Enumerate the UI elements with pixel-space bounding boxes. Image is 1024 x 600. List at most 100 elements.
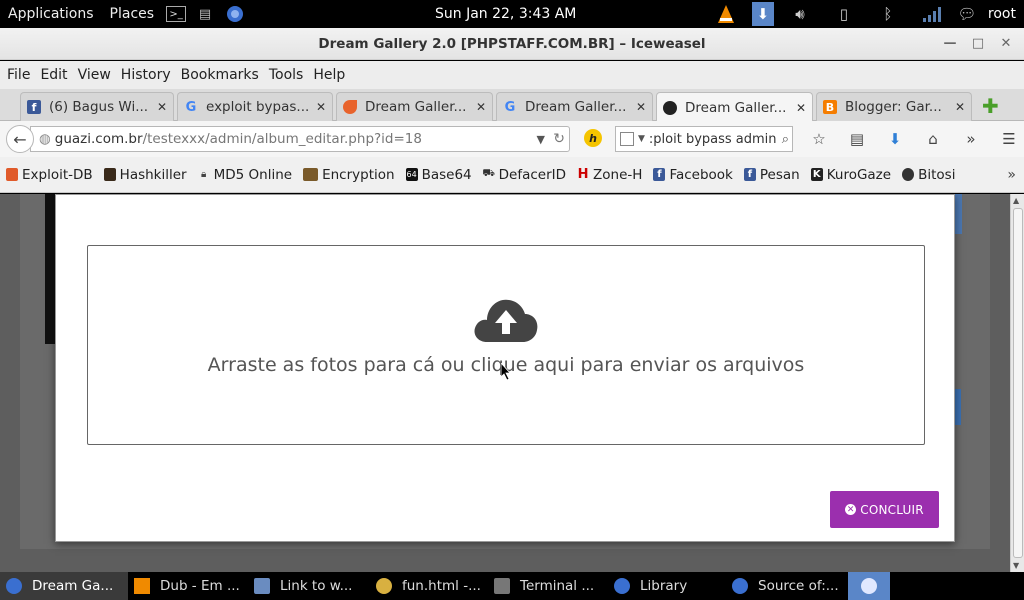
scroll-down-arrow-icon[interactable]: ▼ bbox=[1013, 561, 1019, 570]
reading-list-icon[interactable]: ▤ bbox=[838, 127, 876, 151]
url-history-dropdown-icon[interactable]: ▼ bbox=[537, 133, 545, 146]
bookmark-kurogaze[interactable]: K KuroGaze bbox=[810, 166, 892, 183]
menu-view[interactable]: View bbox=[73, 67, 116, 83]
bookmark-exploit-db[interactable]: Exploit-DB bbox=[6, 167, 93, 183]
facebook-icon: f bbox=[743, 168, 756, 181]
scrollbar-thumb[interactable] bbox=[1013, 208, 1023, 558]
menu-edit[interactable]: Edit bbox=[35, 67, 72, 83]
tab-google-search[interactable]: G exploit bypas... ✕ bbox=[177, 92, 333, 121]
addon-h-icon[interactable]: h bbox=[584, 129, 602, 147]
lock-icon: 🔒︎ bbox=[200, 169, 207, 180]
overflow-chevron-icon[interactable]: » bbox=[952, 127, 990, 151]
tab-close-icon[interactable]: ✕ bbox=[316, 100, 326, 114]
bookmark-defacerid[interactable]: ⛟ DefacerID bbox=[482, 167, 566, 183]
page-content: Arraste as fotos para cá ou clique aqui … bbox=[0, 194, 1010, 572]
photo-dropzone[interactable]: Arraste as fotos para cá ou clique aqui … bbox=[87, 245, 925, 445]
browser-launcher-icon[interactable] bbox=[224, 4, 246, 24]
bookmark-md5-online[interactable]: 🔒︎ MD5 Online bbox=[198, 167, 292, 183]
concluir-button[interactable]: ✕ CONCLUIR bbox=[830, 491, 939, 528]
maximize-icon[interactable]: □ bbox=[964, 32, 992, 54]
system-clock[interactable]: Sun Jan 22, 3:43 AM bbox=[435, 6, 576, 22]
bookmark-label: KuroGaze bbox=[826, 166, 892, 183]
bookmark-encryption[interactable]: Encryption bbox=[303, 166, 395, 183]
tab-close-icon[interactable]: ✕ bbox=[157, 100, 167, 114]
volume-icon[interactable]: 🔊︎ bbox=[782, 0, 818, 28]
bookmarks-overflow-chevron-icon[interactable]: » bbox=[1007, 167, 1016, 183]
bookmark-base64[interactable]: 64 Base64 bbox=[405, 167, 472, 183]
task-text-editor[interactable]: fun.html -... bbox=[370, 572, 488, 600]
menubar: File Edit View History Bookmarks Tools H… bbox=[0, 61, 1024, 89]
vlc-tray-icon[interactable] bbox=[708, 0, 744, 28]
folder-icon bbox=[254, 578, 270, 594]
tab-dream-gallery-2[interactable]: G Dream Galler... ✕ bbox=[496, 92, 653, 121]
tab-facebook[interactable]: f (6) Bagus Wi... ✕ bbox=[20, 92, 174, 121]
back-arrow-icon[interactable]: ← bbox=[6, 125, 34, 153]
menu-history[interactable]: History bbox=[116, 67, 176, 83]
chat-status-icon[interactable]: 💬︎ bbox=[957, 0, 976, 28]
scroll-up-arrow-icon[interactable]: ▲ bbox=[1013, 196, 1019, 205]
tab-close-icon[interactable]: ✕ bbox=[476, 100, 486, 114]
bookmark-pesan[interactable]: f Pesan bbox=[743, 167, 800, 183]
task-iceweasel-extra[interactable] bbox=[848, 572, 890, 600]
tab-dream-gallery-1[interactable]: Dream Galler... ✕ bbox=[336, 92, 493, 121]
task-dream-gallery[interactable]: Dream Ga... bbox=[0, 572, 128, 600]
bookmark-zone-h[interactable]: H Zone-H bbox=[577, 167, 643, 183]
task-file-manager[interactable]: Link to w... bbox=[248, 572, 370, 600]
menu-tools[interactable]: Tools bbox=[264, 67, 309, 83]
menu-help[interactable]: Help bbox=[308, 67, 350, 83]
navigation-bar: ◍ guazi.com.br /testexxx/admin/album_edi… bbox=[0, 121, 1024, 157]
facebook-icon: f bbox=[653, 168, 666, 181]
window-taskbar: Dream Ga... Dub - Em ... Link to w... fu… bbox=[0, 572, 1024, 600]
user-menu[interactable]: root bbox=[980, 6, 1024, 22]
tab-close-icon[interactable]: ✕ bbox=[955, 100, 965, 114]
base64-icon: 64 bbox=[405, 168, 418, 181]
bookmark-label: Hashkiller bbox=[119, 166, 187, 183]
download-tray-icon[interactable]: ⬇ bbox=[751, 2, 774, 26]
home-icon[interactable]: ⌂ bbox=[914, 127, 952, 151]
iceweasel-icon bbox=[6, 578, 22, 594]
task-vlc[interactable]: Dub - Em ... bbox=[128, 572, 248, 600]
bookmark-label: Encryption bbox=[322, 166, 395, 183]
search-input[interactable]: ▼ :ploit bypass admin ⌕ bbox=[615, 126, 793, 152]
network-signal-icon[interactable] bbox=[914, 0, 950, 28]
new-tab-plus-icon[interactable]: ✚ bbox=[982, 94, 999, 118]
task-label: Source of:... bbox=[758, 578, 839, 594]
site-identity-globe-icon[interactable]: ◍ bbox=[39, 131, 51, 147]
search-icon[interactable]: ⌕ bbox=[782, 132, 792, 147]
close-icon[interactable]: ✕ bbox=[992, 32, 1020, 54]
bluetooth-icon[interactable]: ᛒ bbox=[870, 0, 906, 28]
bookmark-star-icon[interactable]: ☆ bbox=[800, 127, 838, 151]
task-library[interactable]: Library bbox=[608, 572, 726, 600]
hamburger-menu-icon[interactable]: ☰ bbox=[990, 127, 1024, 151]
task-terminal[interactable]: Terminal ... bbox=[488, 572, 608, 600]
iceweasel-icon bbox=[614, 578, 630, 594]
tab-close-icon[interactable]: ✕ bbox=[636, 100, 646, 114]
tab-dream-gallery-active[interactable]: Dream Galler... ✕ bbox=[656, 92, 813, 122]
search-engine-icon[interactable] bbox=[620, 132, 634, 146]
applications-menu[interactable]: Applications bbox=[0, 6, 102, 22]
menu-bookmarks[interactable]: Bookmarks bbox=[176, 67, 264, 83]
bookmark-hashkiller[interactable]: Hashkiller bbox=[103, 166, 187, 183]
tab-blogger[interactable]: B Blogger: Gar... ✕ bbox=[816, 92, 972, 121]
url-bar[interactable]: ◍ guazi.com.br /testexxx/admin/album_edi… bbox=[30, 126, 570, 152]
iceweasel-icon bbox=[732, 578, 748, 594]
page-scrollbar[interactable]: ▲ ▼ bbox=[1010, 194, 1024, 572]
terminal-launcher-icon[interactable]: >_ bbox=[166, 6, 187, 22]
defacerid-icon: ⛟ bbox=[482, 168, 495, 179]
menu-file[interactable]: File bbox=[2, 67, 35, 83]
search-engine-dropdown-icon[interactable]: ▼ bbox=[638, 134, 645, 144]
minimize-icon[interactable]: — bbox=[936, 32, 964, 54]
battery-icon[interactable]: ▯ bbox=[826, 0, 862, 28]
close-circle-icon: ✕ bbox=[845, 504, 857, 515]
downloads-icon[interactable]: ⬇ bbox=[876, 127, 914, 151]
bookmark-bitosi[interactable]: Bitosi bbox=[902, 167, 955, 183]
tab-label: Dream Galler... bbox=[365, 99, 467, 115]
disk-launcher-icon[interactable]: ▤ bbox=[194, 4, 216, 24]
tab-close-icon[interactable]: ✕ bbox=[796, 101, 806, 115]
reload-icon[interactable]: ↻ bbox=[553, 131, 565, 147]
places-menu[interactable]: Places bbox=[102, 6, 163, 22]
bookmark-facebook[interactable]: f Facebook bbox=[653, 167, 733, 183]
concluir-button-label: CONCLUIR bbox=[860, 502, 924, 517]
task-view-source[interactable]: Source of:... bbox=[726, 572, 848, 600]
search-input-value: :ploit bypass admin bbox=[648, 131, 777, 147]
